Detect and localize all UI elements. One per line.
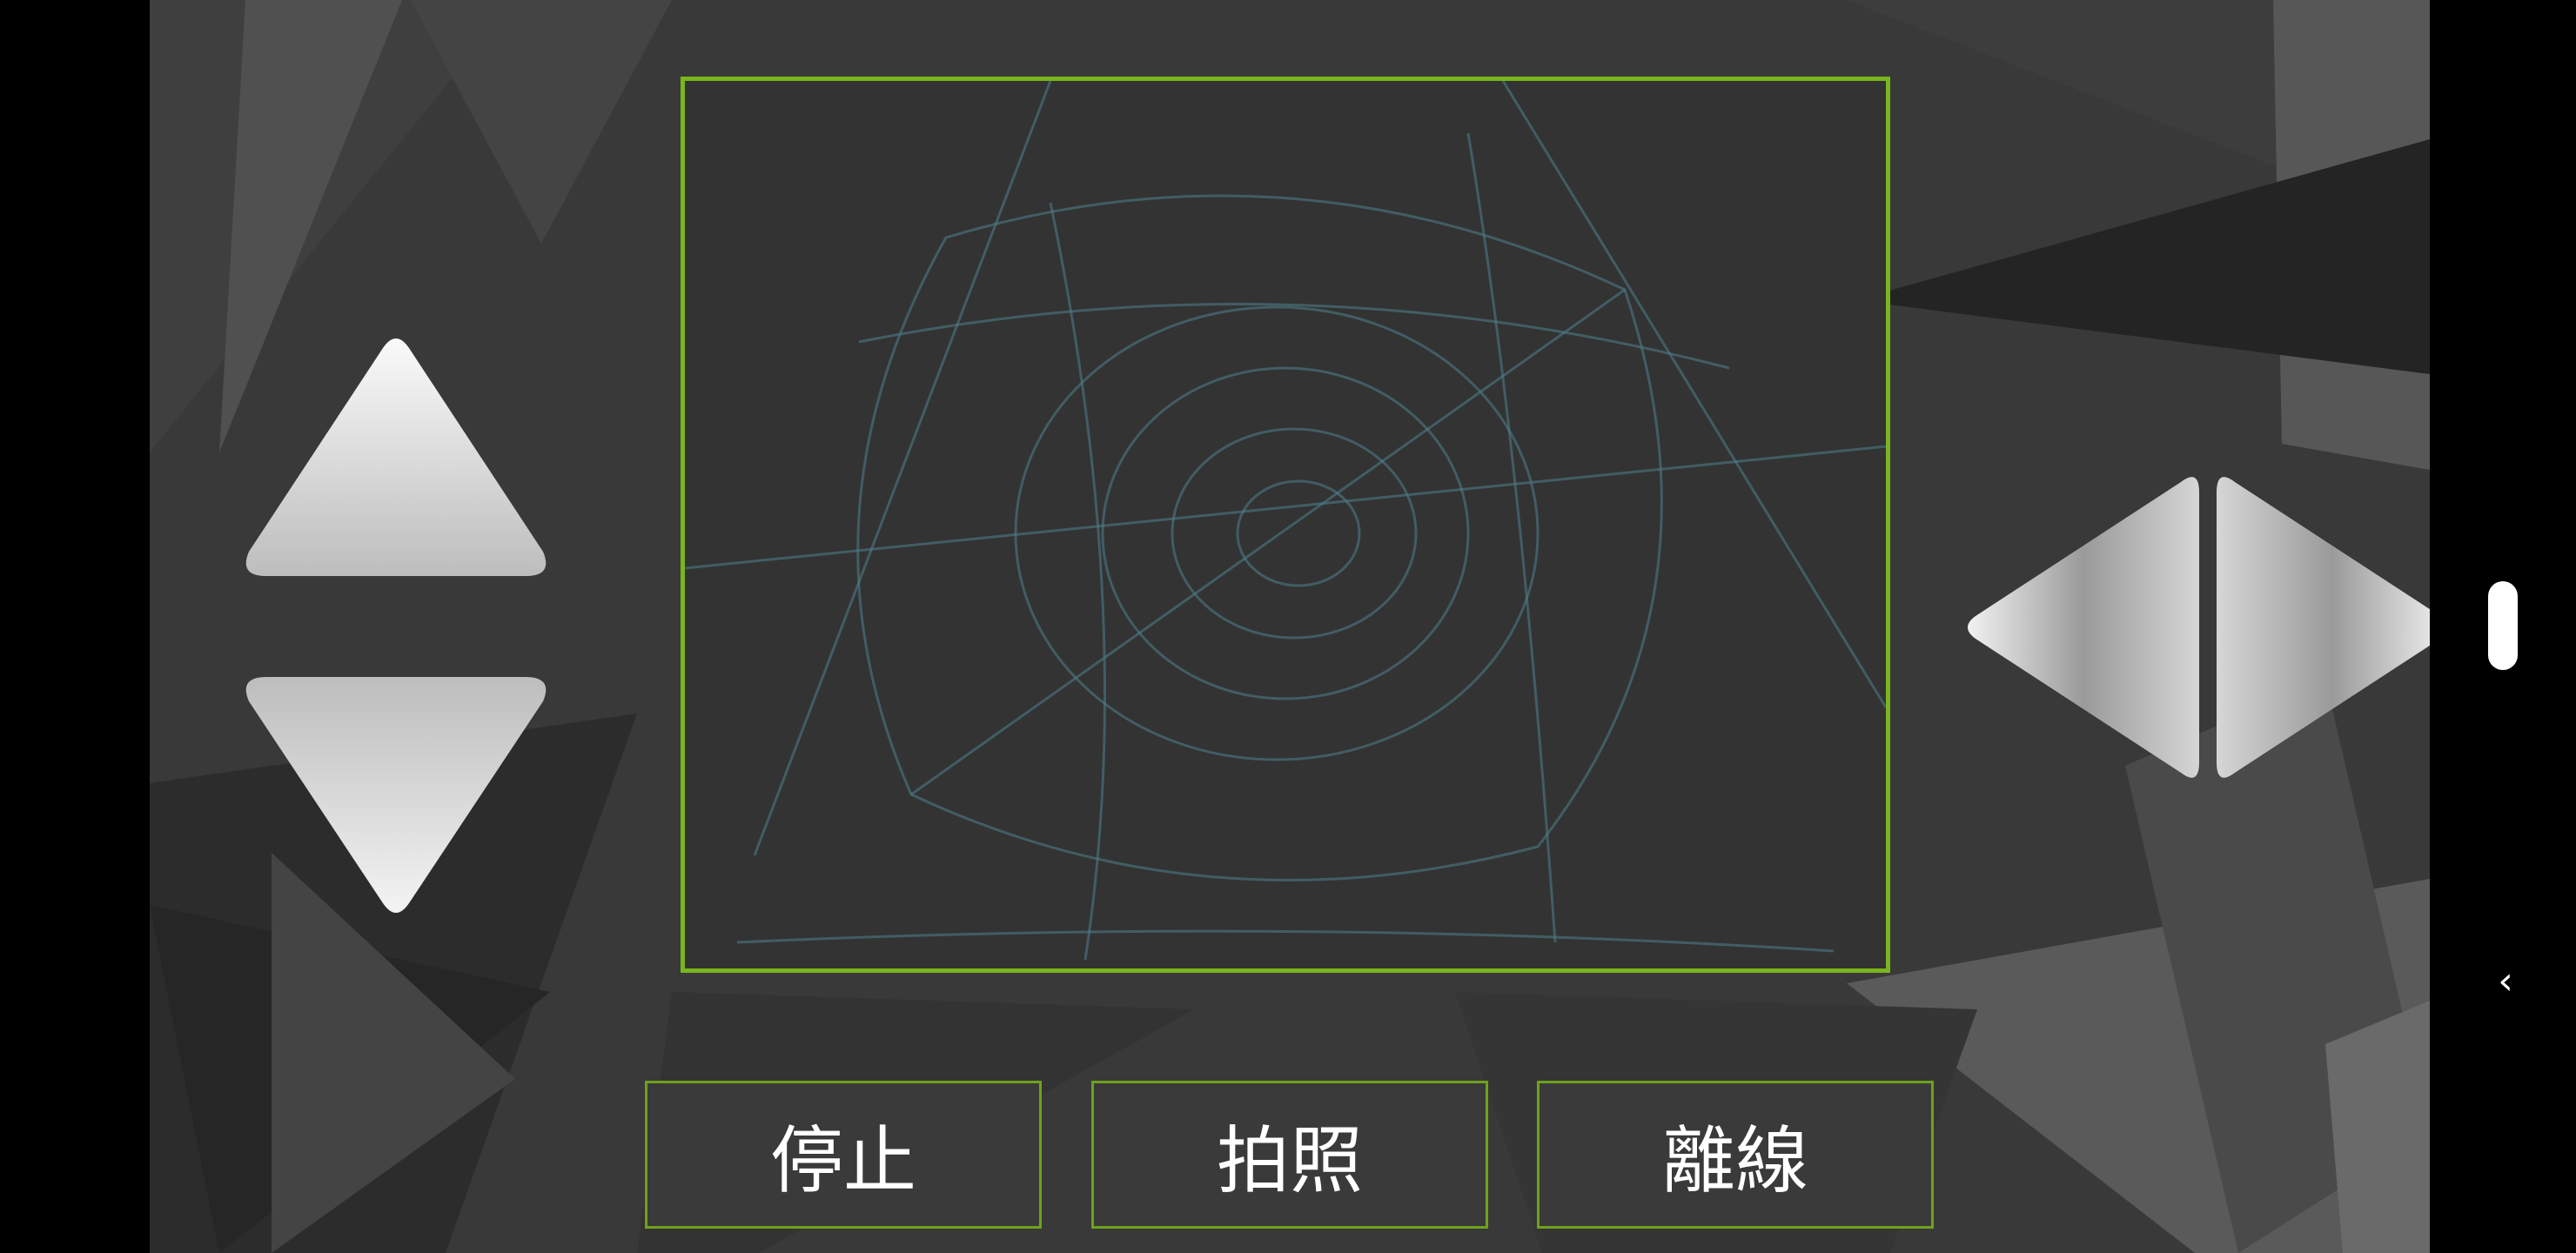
stop-button[interactable]: 停止: [645, 1081, 1042, 1229]
photo-button[interactable]: 拍照: [1091, 1081, 1488, 1229]
chevron-left-icon[interactable]: ‹: [2491, 961, 2520, 1002]
disconnect-button[interactable]: 離線: [1537, 1081, 1934, 1229]
move-up-button[interactable]: [244, 332, 548, 578]
move-left-button[interactable]: [1960, 475, 2221, 780]
camera-feed: [685, 81, 1886, 961]
move-down-button[interactable]: [244, 675, 548, 919]
camera-view: [681, 77, 1890, 973]
remote-control-app: 停止 拍照 離線: [150, 0, 2430, 1253]
move-right-button[interactable]: [2195, 475, 2430, 780]
nav-handle-icon[interactable]: [2488, 581, 2518, 670]
